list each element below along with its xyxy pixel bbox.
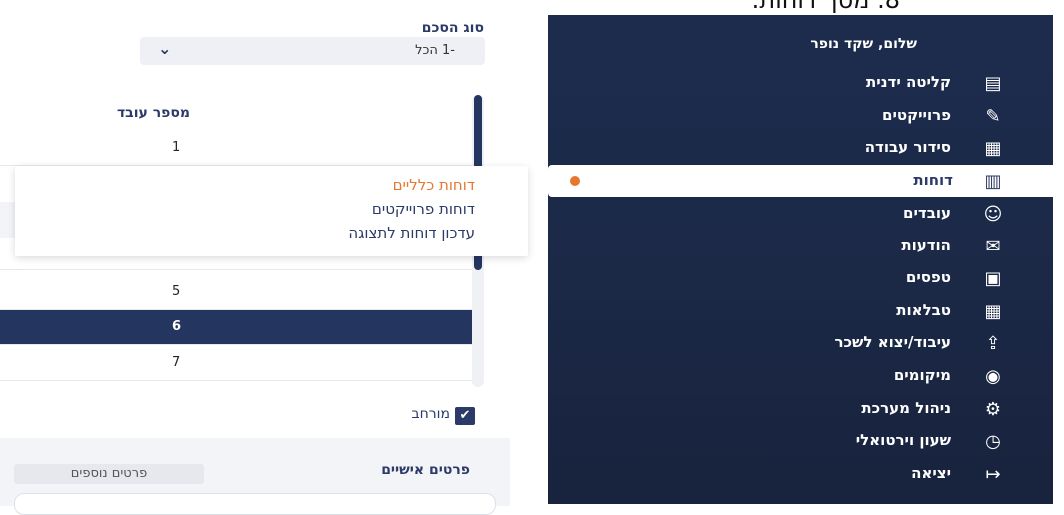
agreement-type-label: סוג הסכם xyxy=(421,20,484,36)
sidebar-item-reports[interactable]: דוחות ▥ xyxy=(548,165,1055,197)
table-row[interactable]: 7 xyxy=(0,346,472,381)
virtual-clock-icon: ◷ xyxy=(985,430,1001,452)
sidebar-item-label: מיקומים xyxy=(893,366,951,384)
details-section: פרטים אישיים פרטים נוספים xyxy=(0,438,510,515)
employees-icon: ☺ xyxy=(983,203,1003,225)
sidebar-item-label: שעון וירטואלי xyxy=(855,431,951,449)
employee-number-cell: 1 xyxy=(172,140,181,155)
expanded-label: מורחב xyxy=(411,406,450,422)
sidebar-item-label: סידור עבודה xyxy=(864,138,951,156)
logout-icon: ↦ xyxy=(985,463,1001,485)
submenu-update-reports-display[interactable]: עדכון דוחות לתצוגה xyxy=(348,224,475,242)
manual-entry-icon: ▤ xyxy=(984,72,1002,94)
sidebar-item-label: יציאה xyxy=(911,464,951,482)
system-admin-icon: ⚙ xyxy=(984,398,1002,420)
sidebar-item-label: הודעות xyxy=(901,236,951,254)
user-greeting: שלום, שקד נופר xyxy=(810,36,917,52)
payroll-export-icon: ⇪ xyxy=(985,332,1001,354)
reports-submenu: דוחות כלליים דוחות פרוייקטים עדכון דוחות… xyxy=(15,166,528,256)
sidebar-item-forms[interactable]: טפסים ▣ xyxy=(548,262,1053,294)
sidebar-item-manual-entry[interactable]: קליטה ידנית ▤ xyxy=(548,67,1053,99)
sidebar-item-messages[interactable]: הודעות ✉ xyxy=(548,230,1053,262)
sidebar-item-label: קליטה ידנית xyxy=(866,73,951,91)
submenu-project-reports[interactable]: דוחות פרוייקטים xyxy=(372,200,475,218)
tables-icon: ▦ xyxy=(984,300,1002,322)
chevron-down-icon: ⌄ xyxy=(158,39,172,58)
sidebar-item-work-schedule[interactable]: סידור עבודה ▦ xyxy=(548,132,1053,164)
sidebar-item-label: עובדים xyxy=(903,204,951,222)
page-title: 8. מסך דוחות: xyxy=(751,0,900,14)
sidebar-item-label: דוחות xyxy=(913,171,953,189)
personal-details-tab[interactable]: פרטים אישיים xyxy=(381,462,470,478)
employee-number-header: מספר עובד xyxy=(116,105,190,121)
sidebar-item-label: פרוייקטים xyxy=(882,106,951,124)
sidebar-item-system-admin[interactable]: ניהול מערכת ⚙ xyxy=(548,393,1053,425)
sidebar-item-employees[interactable]: עובדים ☺ xyxy=(548,198,1053,230)
locations-icon: ◉ xyxy=(985,365,1001,387)
reports-icon: ▥ xyxy=(984,170,1002,192)
main-panel: סוג הסכם -1 הכל ⌄ מספר עובד 1 4 5 6 7 דו… xyxy=(0,0,548,515)
submenu-general-reports[interactable]: דוחות כלליים xyxy=(393,176,475,194)
sidebar: שלום, שקד נופר קליטה ידנית ▤ פרוייקטים ✎… xyxy=(548,15,1055,504)
employee-number-cell: 5 xyxy=(172,284,181,299)
agreement-type-value: -1 הכל xyxy=(415,43,455,58)
projects-icon: ✎ xyxy=(985,105,1001,127)
sidebar-item-label: ניהול מערכת xyxy=(861,399,951,417)
table-row[interactable]: 1 xyxy=(0,131,472,166)
sidebar-item-virtual-clock[interactable]: שעון וירטואלי ◷ xyxy=(548,425,1053,457)
employee-number-cell: 7 xyxy=(172,355,181,370)
sidebar-item-logout[interactable]: יציאה ↦ xyxy=(548,458,1053,490)
table-row-selected[interactable]: 6 xyxy=(0,310,472,345)
more-details-button[interactable]: פרטים נוספים xyxy=(14,464,204,484)
sidebar-item-projects[interactable]: פרוייקטים ✎ xyxy=(548,100,1053,132)
sidebar-item-label: טפסים xyxy=(905,268,951,286)
expanded-checkbox[interactable]: ✔ xyxy=(455,407,475,425)
details-input[interactable] xyxy=(14,493,496,515)
sidebar-item-label: עיבוד/יצוא לשכר xyxy=(834,333,951,351)
messages-icon: ✉ xyxy=(985,235,1001,257)
employee-number-cell: 6 xyxy=(172,319,182,334)
sidebar-item-payroll-export[interactable]: עיבוד/יצוא לשכר ⇪ xyxy=(548,327,1053,359)
table-row[interactable]: 5 xyxy=(0,275,472,310)
agreement-type-select[interactable]: -1 הכל ⌄ xyxy=(140,37,485,65)
sidebar-item-tables[interactable]: טבלאות ▦ xyxy=(548,295,1053,327)
sidebar-item-locations[interactable]: מיקומים ◉ xyxy=(548,360,1053,392)
table-header: מספר עובד xyxy=(0,95,472,132)
active-indicator-dot xyxy=(570,176,580,186)
schedule-icon: ▦ xyxy=(984,137,1002,159)
forms-icon: ▣ xyxy=(984,267,1002,289)
sidebar-item-label: טבלאות xyxy=(896,301,951,319)
